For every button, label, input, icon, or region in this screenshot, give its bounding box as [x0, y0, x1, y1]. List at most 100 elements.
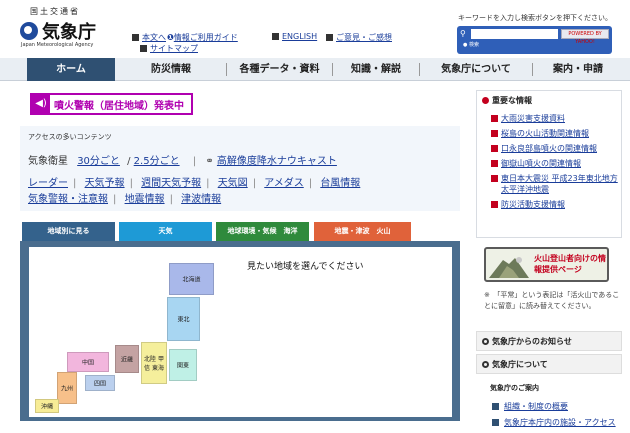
weather-map-link[interactable]: 天気図: [218, 178, 248, 189]
site-logo-subtitle: Japan Meteorological Agency: [21, 42, 94, 48]
amedas-link[interactable]: アメダス: [264, 178, 304, 189]
important-info-heading: 重要な情報: [482, 95, 532, 106]
volcano-banner-text: 火山登山者向けの情報提供ページ: [534, 254, 606, 274]
important-info-box: 重要な情報 大雨災害支援資料 桜島の火山活動関連情報 口永良部島噴火の関連情報 …: [476, 90, 622, 238]
region-tohoku[interactable]: 東北: [167, 297, 200, 341]
region-label: 北海道: [182, 276, 201, 284]
nav-guidance[interactable]: 案内・申請: [533, 58, 623, 81]
main-text-label[interactable]: 本文へ: [142, 33, 166, 42]
separator: |: [192, 156, 197, 167]
important-item-great-east-japan[interactable]: 東日本大震災 平成23年東北地方太平洋沖地震: [491, 173, 619, 195]
search-button[interactable]: POWERED BY YAHOO!: [561, 29, 609, 45]
slash-separator: /: [127, 156, 131, 167]
satellite-row: 気象衛星 30分ごと / 2.5分ごと | ⚭ 高解像度降水ナウキャスト: [28, 152, 341, 167]
important-item-kuchinoerabu[interactable]: 口永良部島噴火の関連情報: [491, 143, 619, 154]
eruption-alert-text[interactable]: 噴火警報（居住地域）発表中: [54, 97, 184, 112]
eruption-alert-banner[interactable]: ◀) 噴火警報（居住地域）発表中: [30, 93, 193, 115]
region-okinawa[interactable]: 沖縄: [35, 399, 59, 413]
earthquake-link[interactable]: 地震情報: [125, 194, 165, 205]
info-icon: ❶: [167, 33, 174, 42]
notices-heading: 気象庁からのお知らせ: [482, 336, 572, 347]
important-info-list: 大雨災害支援資料 桜島の火山活動関連情報 口永良部島噴火の関連情報 御嶽山噴火の…: [491, 113, 619, 214]
site-logo-text[interactable]: 気象庁: [42, 18, 96, 44]
volcano-climber-banner[interactable]: 火山登山者向けの情報提供ページ: [484, 247, 609, 282]
separator: |: [308, 178, 313, 189]
nav-about[interactable]: 気象庁について: [420, 58, 532, 81]
english-label[interactable]: ENGLISH: [282, 32, 317, 41]
red-dot-icon: [482, 97, 489, 104]
region-chugoku[interactable]: 中国: [67, 352, 109, 372]
guide-item-facilities[interactable]: 気象庁本庁内の施設・アクセス: [492, 417, 616, 428]
main-text-link[interactable]: 本文へ: [132, 32, 166, 43]
nowcast-icon: ⚭: [205, 156, 214, 167]
tsunami-link[interactable]: 津波情報: [181, 194, 221, 205]
nav-disaster-info[interactable]: 防災情報: [115, 58, 227, 81]
popular-links-row-2: レーダー | 天気予報 | 週間天気予報 | 天気図 | アメダス | 台風情報: [28, 174, 360, 189]
square-bullet-icon: [326, 34, 333, 41]
nav-data[interactable]: 各種データ・資料: [227, 58, 332, 81]
typhoon-link[interactable]: 台風情報: [320, 178, 360, 189]
important-item-ontake[interactable]: 御嶽山噴火の関連情報: [491, 158, 619, 169]
info-guide-label[interactable]: 情報ご利用ガイド: [174, 33, 238, 42]
tab-weather[interactable]: 天気: [119, 222, 212, 241]
satellite-2-5min-link[interactable]: 2.5分ごと: [134, 156, 180, 167]
important-item-heavy-rain[interactable]: 大雨災害支援資料: [491, 113, 619, 124]
nav-knowledge[interactable]: 知識・解説: [333, 58, 419, 81]
search-input[interactable]: [471, 29, 558, 39]
separator: |: [129, 178, 133, 189]
popular-content-title: アクセスの多いコンテンツ: [28, 133, 112, 141]
search-icon: ⚲: [460, 29, 466, 38]
opinions-link[interactable]: ご意見・ご感想: [326, 32, 392, 43]
speaker-icon: ◀): [32, 95, 50, 113]
notices-section-header[interactable]: 気象庁からのお知らせ: [476, 331, 622, 351]
region-kinki[interactable]: 近畿: [115, 345, 139, 373]
warnings-link[interactable]: 気象警報・注意報: [28, 194, 108, 205]
nowcast-link[interactable]: 高解像度降水ナウキャスト: [217, 156, 337, 167]
guide-item-organization[interactable]: 組織・制度の概要: [492, 401, 568, 412]
japan-region-map: 北海道 東北 北陸 甲信 東海 関東 近畿 中国 四国 九州 沖縄: [29, 247, 239, 417]
region-label: 関東: [176, 362, 189, 370]
region-kyushu[interactable]: 九州: [57, 372, 77, 404]
important-item-sakurajima[interactable]: 桜島の火山活動関連情報: [491, 128, 619, 139]
region-label: 北陸 甲信 東海: [144, 356, 164, 372]
map-prompt: 見たい地域を選んでください: [247, 262, 364, 272]
jma-guide-title: 気象庁のご案内: [490, 384, 539, 392]
tab-by-region[interactable]: 地域別に見る: [22, 222, 115, 241]
region-label: 近畿: [120, 356, 133, 364]
weekly-forecast-link[interactable]: 週間天気予報: [141, 178, 201, 189]
search-radio[interactable]: ● 検索: [463, 41, 479, 48]
tab-climate-ocean[interactable]: 地球環境・気候 海洋: [216, 222, 309, 241]
search-instruction: キーワードを入力し検索ボタンを押下ください。: [458, 14, 612, 22]
separator: |: [169, 194, 173, 205]
sitemap-link[interactable]: サイトマップ: [140, 43, 198, 54]
tab-earthquake-volcano[interactable]: 地震・津波 火山: [314, 222, 411, 241]
english-link[interactable]: ENGLISH: [272, 32, 317, 41]
nav-home[interactable]: ホーム: [27, 58, 115, 81]
forecast-link[interactable]: 天気予報: [85, 178, 125, 189]
important-info-title: 重要な情報: [492, 96, 532, 105]
ring-bullet-icon: [482, 361, 489, 368]
region-kanto[interactable]: 関東: [169, 349, 197, 381]
ring-bullet-icon: [482, 338, 489, 345]
volcano-icon: [489, 257, 529, 278]
region-map-panel: 北海道 東北 北陸 甲信 東海 関東 近畿 中国 四国 九州 沖縄 見たい地域を…: [20, 241, 460, 421]
opinions-label[interactable]: ご意見・ご感想: [336, 33, 392, 42]
region-hokuriku-koshin-tokai[interactable]: 北陸 甲信 東海: [141, 342, 167, 384]
important-item-disaster-support[interactable]: 防災活動支援情報: [491, 199, 619, 210]
volcano-note: ※ 「平常」という表記は「活火山であることに留意」に読み替えてください。: [484, 291, 620, 310]
separator: |: [252, 178, 257, 189]
region-shikoku[interactable]: 四国: [85, 375, 115, 391]
satellite-30min-link[interactable]: 30分ごと: [77, 156, 120, 167]
jma-logo-icon[interactable]: [20, 22, 38, 40]
notices-title: 気象庁からのお知らせ: [492, 337, 572, 346]
square-bullet-icon: [132, 34, 139, 41]
region-hokkaido[interactable]: 北海道: [169, 263, 214, 295]
sitemap-label[interactable]: サイトマップ: [150, 44, 198, 53]
about-title: 気象庁について: [492, 360, 548, 369]
square-bullet-icon: [272, 33, 279, 40]
separator: |: [113, 194, 117, 205]
search-box: ⚲ POWERED BY YAHOO! ● 検索: [457, 26, 612, 54]
info-guide-link[interactable]: ❶情報ご利用ガイド: [167, 32, 238, 43]
about-section-header[interactable]: 気象庁について: [476, 354, 622, 374]
radar-link[interactable]: レーダー: [28, 178, 68, 189]
